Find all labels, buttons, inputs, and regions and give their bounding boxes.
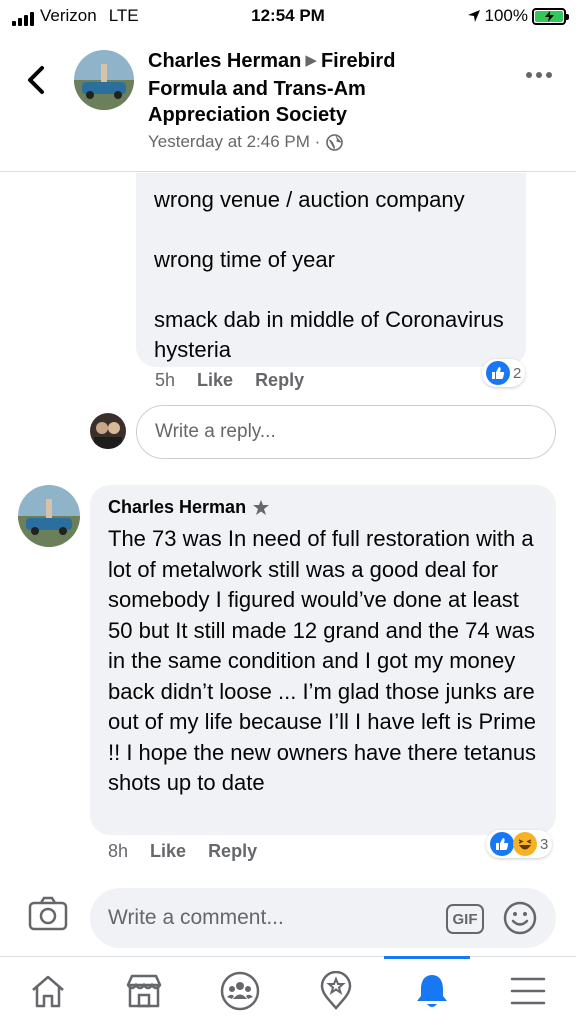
like-button[interactable]: Like <box>150 841 186 862</box>
comment-bubble[interactable]: wrong venue / auction company wrong time… <box>136 173 526 367</box>
dot <box>536 72 542 78</box>
tab-groups[interactable] <box>192 957 288 1024</box>
tab-menu[interactable] <box>480 957 576 1024</box>
comment-author: Charles Herman <box>108 497 538 518</box>
comment-line: smack dab in middle of Coronavirus hyste… <box>154 307 504 362</box>
reply-button[interactable]: Reply <box>208 841 257 862</box>
arrow-right-icon: ▶ <box>305 52 317 69</box>
post-header: Charles Herman ▶ Firebird Formula and Tran… <box>0 32 576 172</box>
comment-bubble[interactable]: Charles Herman The 73 was In need of ful… <box>90 485 556 835</box>
header-text: Charles Herman ▶ Firebird Formula and Tran… <box>148 48 478 152</box>
post-title: Charles Herman ▶ Firebird Formula and Tran… <box>148 48 478 128</box>
comment-actions: 8h Like Reply <box>108 841 257 862</box>
like-icon <box>486 361 510 385</box>
pages-icon <box>320 971 352 1010</box>
tab-marketplace[interactable] <box>96 957 192 1024</box>
tab-notifications[interactable] <box>384 956 480 1024</box>
reply-button[interactable]: Reply <box>255 370 304 391</box>
author-avatar[interactable] <box>74 50 134 110</box>
back-chevron-icon <box>28 66 44 94</box>
battery-percent: 100% <box>484 6 528 25</box>
like-icon <box>490 832 514 856</box>
menu-icon <box>510 977 546 1005</box>
notifications-icon <box>417 975 447 1007</box>
back-button[interactable] <box>22 62 50 98</box>
comment-line: wrong venue / auction company <box>154 187 465 212</box>
comment-line: wrong time of year <box>154 247 335 272</box>
marketplace-icon <box>126 974 162 1008</box>
haha-icon <box>513 832 537 856</box>
post-timestamp[interactable]: Yesterday at 2:46 PM · <box>148 132 320 152</box>
reply-input[interactable]: Write a reply... <box>136 405 556 459</box>
status-bar: Verizon LTE 12:54 PM 100% <box>0 0 576 32</box>
comment-time[interactable]: 5h <box>155 370 175 391</box>
tab-pages[interactable] <box>288 957 384 1024</box>
charging-bolt-icon <box>544 10 554 22</box>
camera-icon <box>28 896 68 931</box>
camera-button[interactable] <box>28 896 68 937</box>
user-avatar <box>90 413 126 449</box>
comment-text: The 73 was In need of full restoration w… <box>108 526 537 795</box>
home-icon <box>32 975 64 1008</box>
dot <box>526 72 532 78</box>
tab-home[interactable] <box>0 957 96 1024</box>
location-arrow-icon <box>467 10 480 22</box>
groups-icon <box>220 971 260 1011</box>
bottom-tab-bar <box>0 956 576 1024</box>
top-fan-badge-icon <box>253 499 270 515</box>
emoji-button[interactable] <box>502 900 538 941</box>
comment-input[interactable]: Write a comment... <box>90 888 556 948</box>
comment-composer: Write a comment... GIF <box>0 876 576 956</box>
battery-fill <box>535 10 563 22</box>
author-name[interactable]: Charles Herman <box>108 497 246 518</box>
comment-actions: 5h Like Reply <box>155 370 304 391</box>
status-right: 100% <box>467 6 569 26</box>
reaction-summary[interactable]: 3 <box>486 830 553 858</box>
reaction-count: 3 <box>540 835 549 853</box>
reaction-count: 2 <box>513 364 522 382</box>
like-button[interactable]: Like <box>197 370 233 391</box>
comments-area[interactable]: wrong venue / auction company wrong time… <box>0 173 576 876</box>
gif-button[interactable]: GIF <box>446 904 484 934</box>
dot <box>546 72 552 78</box>
emoji-icon <box>503 901 537 935</box>
globe-icon <box>326 133 344 151</box>
post-meta: Yesterday at 2:46 PM · <box>148 132 478 152</box>
comment-time[interactable]: 8h <box>108 841 128 862</box>
commenter-avatar[interactable] <box>18 485 80 547</box>
author-name[interactable]: Charles Herman <box>148 50 301 72</box>
reaction-summary[interactable]: 2 <box>482 359 526 387</box>
more-options-button[interactable] <box>526 72 552 78</box>
battery-icon <box>532 7 569 25</box>
